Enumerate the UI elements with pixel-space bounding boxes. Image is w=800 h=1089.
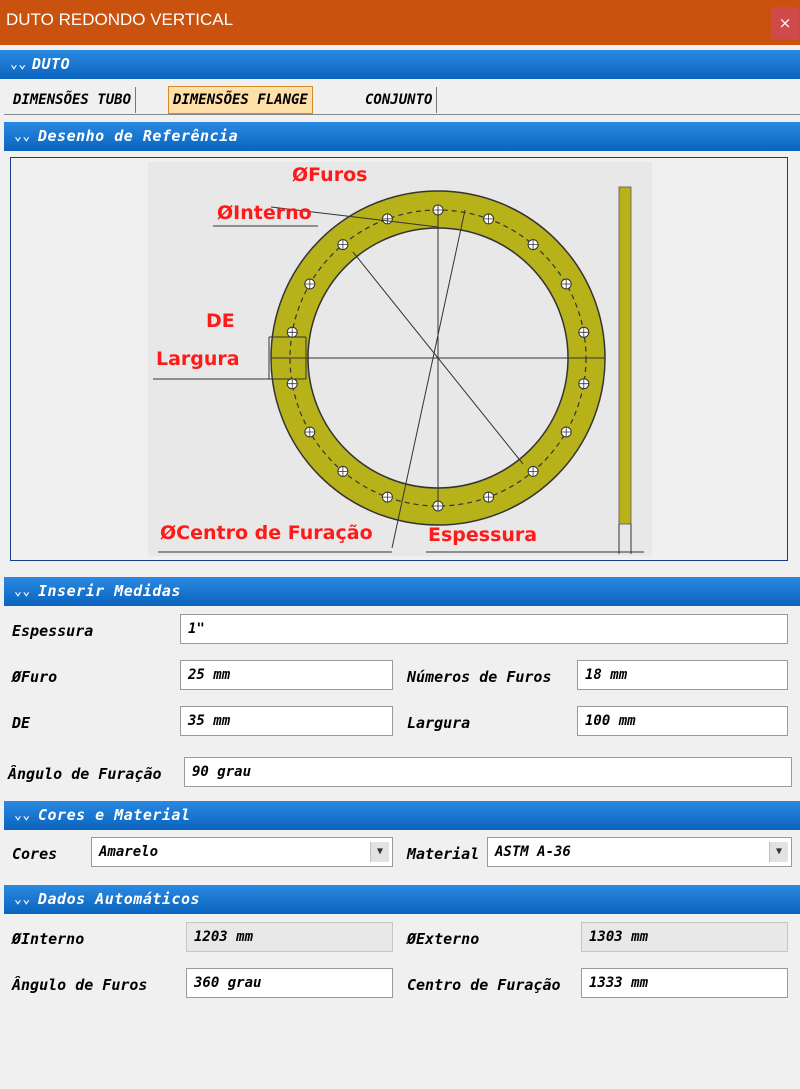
insert-measures-header[interactable]: ⌄⌄ Inserir Medidas bbox=[4, 577, 800, 606]
label-de: DE bbox=[206, 310, 235, 332]
title-bar: DUTO REDONDO VERTICAL × bbox=[0, 0, 800, 45]
close-button[interactable]: × bbox=[771, 7, 799, 39]
dropdown-arrow-icon[interactable]: ▼ bbox=[370, 842, 389, 862]
angulo-furos-field[interactable]: 360 grau bbox=[186, 968, 393, 998]
largura-label: Largura bbox=[407, 714, 471, 732]
reference-drawing: ØFuros ØInterno DE Largura ØCentro de Fu… bbox=[148, 162, 652, 556]
material-label: Material bbox=[407, 845, 480, 863]
cores-value: Amarelo bbox=[99, 844, 159, 860]
collapse-icon: ⌄⌄ bbox=[10, 57, 27, 72]
interno-field: 1203 mm bbox=[186, 922, 393, 952]
num-furos-label: Números de Furos bbox=[407, 668, 552, 686]
collapse-icon: ⌄⌄ bbox=[14, 129, 31, 144]
label-espessura: Espessura bbox=[428, 524, 538, 546]
duto-title: DUTO bbox=[32, 55, 71, 73]
tab-dimensoes-tubo[interactable]: DIMENSÕES TUBO bbox=[9, 87, 137, 113]
label-furos: ØFuros bbox=[292, 164, 368, 186]
material-select[interactable]: ASTM A-36 ▼ bbox=[487, 837, 792, 867]
colors-material-header[interactable]: ⌄⌄ Cores e Material bbox=[4, 801, 800, 830]
auto-data-header[interactable]: ⌄⌄ Dados Automáticos bbox=[4, 885, 800, 914]
collapse-icon: ⌄⌄ bbox=[14, 808, 31, 823]
espessura-field[interactable]: 1" bbox=[180, 614, 788, 644]
interno-label: ØInterno bbox=[12, 930, 85, 948]
tab-dimensoes-flange[interactable]: DIMENSÕES FLANGE bbox=[168, 86, 313, 114]
tab-conjunto[interactable]: CONJUNTO bbox=[361, 87, 438, 113]
reference-drawing-title: Desenho de Referência bbox=[38, 127, 239, 145]
auto-data-title: Dados Automáticos bbox=[38, 890, 201, 908]
collapse-icon: ⌄⌄ bbox=[14, 584, 31, 599]
label-largura: Largura bbox=[156, 348, 240, 370]
label-centro-furacao: ØCentro de Furação bbox=[160, 522, 373, 544]
centro-furacao-label: Centro de Furação bbox=[407, 976, 561, 994]
reference-drawing-header[interactable]: ⌄⌄ Desenho de Referência bbox=[4, 122, 800, 151]
furo-label: ØFuro bbox=[12, 668, 58, 686]
material-value: ASTM A-36 bbox=[495, 844, 571, 860]
insert-measures-title: Inserir Medidas bbox=[38, 582, 181, 600]
de-label: DE bbox=[12, 714, 31, 732]
angulo-furacao-label: Ângulo de Furação bbox=[8, 765, 162, 783]
tab-bar: DIMENSÕES TUBO DIMENSÕES FLANGE CONJUNTO bbox=[4, 84, 800, 115]
duto-header[interactable]: ⌄⌄ DUTO bbox=[0, 50, 800, 79]
de-field[interactable]: 35 mm bbox=[180, 706, 393, 736]
dropdown-arrow-icon[interactable]: ▼ bbox=[769, 842, 788, 862]
num-furos-field[interactable]: 18 mm bbox=[577, 660, 788, 690]
reference-drawing-frame: ØFuros ØInterno DE Largura ØCentro de Fu… bbox=[10, 157, 788, 561]
colors-material-title: Cores e Material bbox=[38, 806, 191, 824]
externo-field: 1303 mm bbox=[581, 922, 788, 952]
label-interno: ØInterno bbox=[217, 202, 312, 224]
window-title: DUTO REDONDO VERTICAL bbox=[6, 10, 234, 29]
cores-label: Cores bbox=[12, 845, 58, 863]
centro-furacao-field[interactable]: 1333 mm bbox=[581, 968, 788, 998]
flange-side-view bbox=[618, 186, 632, 525]
furo-field[interactable]: 25 mm bbox=[180, 660, 393, 690]
angulo-furacao-field[interactable]: 90 grau bbox=[184, 757, 792, 787]
collapse-icon: ⌄⌄ bbox=[14, 892, 31, 907]
largura-field[interactable]: 100 mm bbox=[577, 706, 788, 736]
externo-label: ØExterno bbox=[407, 930, 480, 948]
cores-select[interactable]: Amarelo ▼ bbox=[91, 837, 393, 867]
espessura-label: Espessura bbox=[12, 622, 94, 640]
angulo-furos-label: Ângulo de Furos bbox=[12, 976, 148, 994]
